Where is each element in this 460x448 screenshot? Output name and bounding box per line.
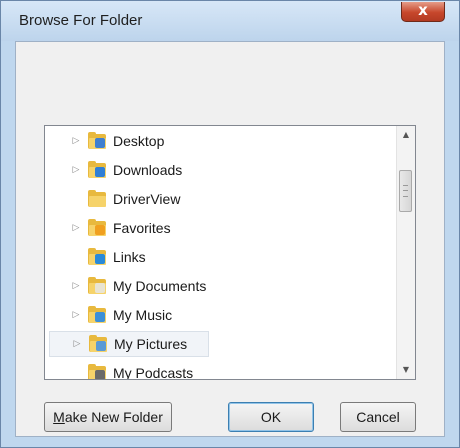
dialog-title: Browse For Folder <box>19 12 143 29</box>
scroll-up-arrow-icon[interactable]: ▲ <box>397 126 415 144</box>
scroll-down-arrow-icon[interactable]: ▼ <box>397 361 415 379</box>
downloads-folder-icon <box>87 161 107 179</box>
music-folder-icon <box>87 306 107 324</box>
tree-item-label: My Documents <box>113 278 207 294</box>
make-new-folder-label: ake New Folder <box>64 409 163 425</box>
title-bar[interactable]: Browse For Folder x <box>1 1 459 41</box>
ok-button-label: OK <box>260 409 282 425</box>
tree-item-label: Links <box>113 249 146 265</box>
podcasts-folder-icon <box>87 364 107 379</box>
tree-item[interactable]: ▷DriverView <box>49 186 393 212</box>
desktop-folder-icon <box>87 132 107 150</box>
description-area <box>22 50 422 110</box>
tree-item[interactable]: ▷Links <box>49 244 393 270</box>
tree-item[interactable]: ▷ Desktop <box>49 128 393 154</box>
tree-item[interactable]: ▷ My Pictures <box>49 331 209 357</box>
expand-arrow-icon[interactable]: ▷ <box>69 165 83 175</box>
vertical-scrollbar[interactable]: ▲ ▼ <box>396 126 415 379</box>
make-new-folder-accelerator: M <box>53 409 65 425</box>
tree-item-label: DriverView <box>113 191 181 207</box>
dialog-client-area: ▷Desktop▷Downloads▷DriverView▷Favorites▷… <box>15 41 445 437</box>
folder-tree[interactable]: ▷Desktop▷Downloads▷DriverView▷Favorites▷… <box>44 125 416 380</box>
tree-item[interactable]: ▷ My Documents <box>49 273 393 299</box>
documents-folder-icon <box>87 277 107 295</box>
tree-item-label: My Music <box>113 307 173 323</box>
cancel-button-label: Cancel <box>356 409 400 425</box>
expand-arrow-icon[interactable]: ▷ <box>70 339 84 349</box>
expand-arrow-icon[interactable]: ▷ <box>69 281 83 291</box>
scrollbar-thumb[interactable] <box>399 170 412 212</box>
expand-arrow-icon[interactable]: ▷ <box>69 310 83 320</box>
tree-item[interactable]: ▷My Podcasts <box>49 360 393 380</box>
expand-arrow-icon[interactable]: ▷ <box>69 223 83 233</box>
pictures-folder-icon <box>88 335 108 353</box>
cancel-button[interactable]: Cancel <box>340 402 416 432</box>
tree-item-label: Desktop <box>113 133 165 149</box>
favorites-folder-icon <box>87 219 107 237</box>
tree-item[interactable]: ▷ Downloads <box>49 157 393 183</box>
links-folder-icon <box>87 248 107 266</box>
ok-button[interactable]: OK <box>228 402 314 432</box>
tree-item-label: My Podcasts <box>113 365 194 380</box>
tree-item[interactable]: ▷ My Music <box>49 302 393 328</box>
close-icon: x <box>418 1 428 19</box>
close-button[interactable]: x <box>401 1 445 22</box>
tree-item-label: My Pictures <box>114 336 188 352</box>
browse-for-folder-dialog: Browse For Folder x ▷Desktop▷Downloads▷D… <box>0 0 460 448</box>
tree-item-label: Favorites <box>113 220 171 236</box>
make-new-folder-button[interactable]: Make New Folder <box>44 402 172 432</box>
tree-item[interactable]: ▷ Favorites <box>49 215 393 241</box>
scrollbar-grip-icon <box>403 185 408 197</box>
expand-arrow-icon[interactable]: ▷ <box>69 136 83 146</box>
folder-icon <box>87 190 107 208</box>
tree-item-label: Downloads <box>113 162 183 178</box>
